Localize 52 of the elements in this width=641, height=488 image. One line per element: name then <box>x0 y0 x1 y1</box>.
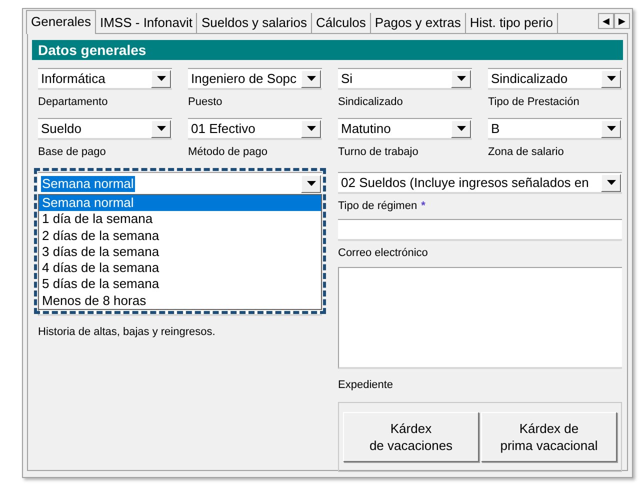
combo-box[interactable]: Matutino <box>338 118 472 140</box>
kardex-button[interactable]: Kárdex de prima vacacional <box>481 412 617 462</box>
caret-icon <box>606 76 616 81</box>
caret-icon <box>156 126 166 131</box>
dropdown-button[interactable] <box>301 70 321 88</box>
field-label: Método de pago <box>188 145 269 160</box>
caret-icon <box>606 180 616 185</box>
caret-icon <box>306 126 316 131</box>
dropdown-button[interactable] <box>301 174 321 192</box>
field-label: Departamento <box>38 95 109 110</box>
caret-icon <box>456 76 466 81</box>
dropdown-button[interactable] <box>451 70 471 88</box>
scroll-button[interactable]: ▶ <box>614 13 630 29</box>
field-label: Zona de salario <box>488 145 565 160</box>
field-label: Tipo de Prestación <box>488 95 580 110</box>
combo-box[interactable]: Si <box>338 68 472 90</box>
section-header: Datos generales <box>32 40 623 60</box>
tab[interactable]: Generales <box>26 10 96 34</box>
field-label: Correo electrónico <box>338 246 429 260</box>
combo-box[interactable]: Sueldo <box>38 118 172 140</box>
combo-box[interactable]: B <box>488 118 622 140</box>
combo-box[interactable]: Ingeniero de Sopc <box>188 68 322 90</box>
dropdown-button[interactable] <box>601 70 621 88</box>
scroll-button[interactable]: ◀ <box>598 13 614 29</box>
combo-box[interactable]: 02 Sueldos (Incluye ingresos señalados en <box>338 172 622 194</box>
dropdown-button[interactable] <box>301 120 321 138</box>
field-label: Turno de trabajo <box>338 145 420 160</box>
combo-box[interactable]: 01 Efectivo <box>188 118 322 140</box>
field-label: Puesto <box>188 95 224 110</box>
required-mark: * <box>421 199 426 214</box>
combo-box[interactable]: Semana normal <box>38 172 322 194</box>
dropdown-option[interactable]: Semana normal <box>39 195 321 212</box>
dropdown-button[interactable] <box>601 174 621 192</box>
field-label: Tipo de régimen <box>338 199 418 214</box>
field-label: Expediente <box>338 378 394 393</box>
caret-icon <box>456 126 466 131</box>
caret-icon <box>606 126 616 131</box>
field-label: Sindicalizado <box>338 95 404 110</box>
caret-icon <box>156 76 166 81</box>
caret-icon <box>306 181 316 186</box>
combo-box[interactable]: Sindicalizado <box>488 68 622 90</box>
email-field[interactable] <box>338 218 622 240</box>
dropdown-button[interactable] <box>601 120 621 138</box>
dropdown-button[interactable] <box>151 120 171 138</box>
caret-icon <box>306 76 316 81</box>
dropdown-button[interactable] <box>151 70 171 88</box>
dropdown-button[interactable] <box>451 120 471 138</box>
combo-box[interactable]: Informática <box>38 68 172 90</box>
field-label: Base de pago <box>38 145 107 160</box>
field-label: Historia de altas, bajas y reingresos. <box>38 325 216 340</box>
kardex-button[interactable]: Kárdex de vacaciones <box>343 412 479 462</box>
expediente-field[interactable] <box>338 267 622 369</box>
